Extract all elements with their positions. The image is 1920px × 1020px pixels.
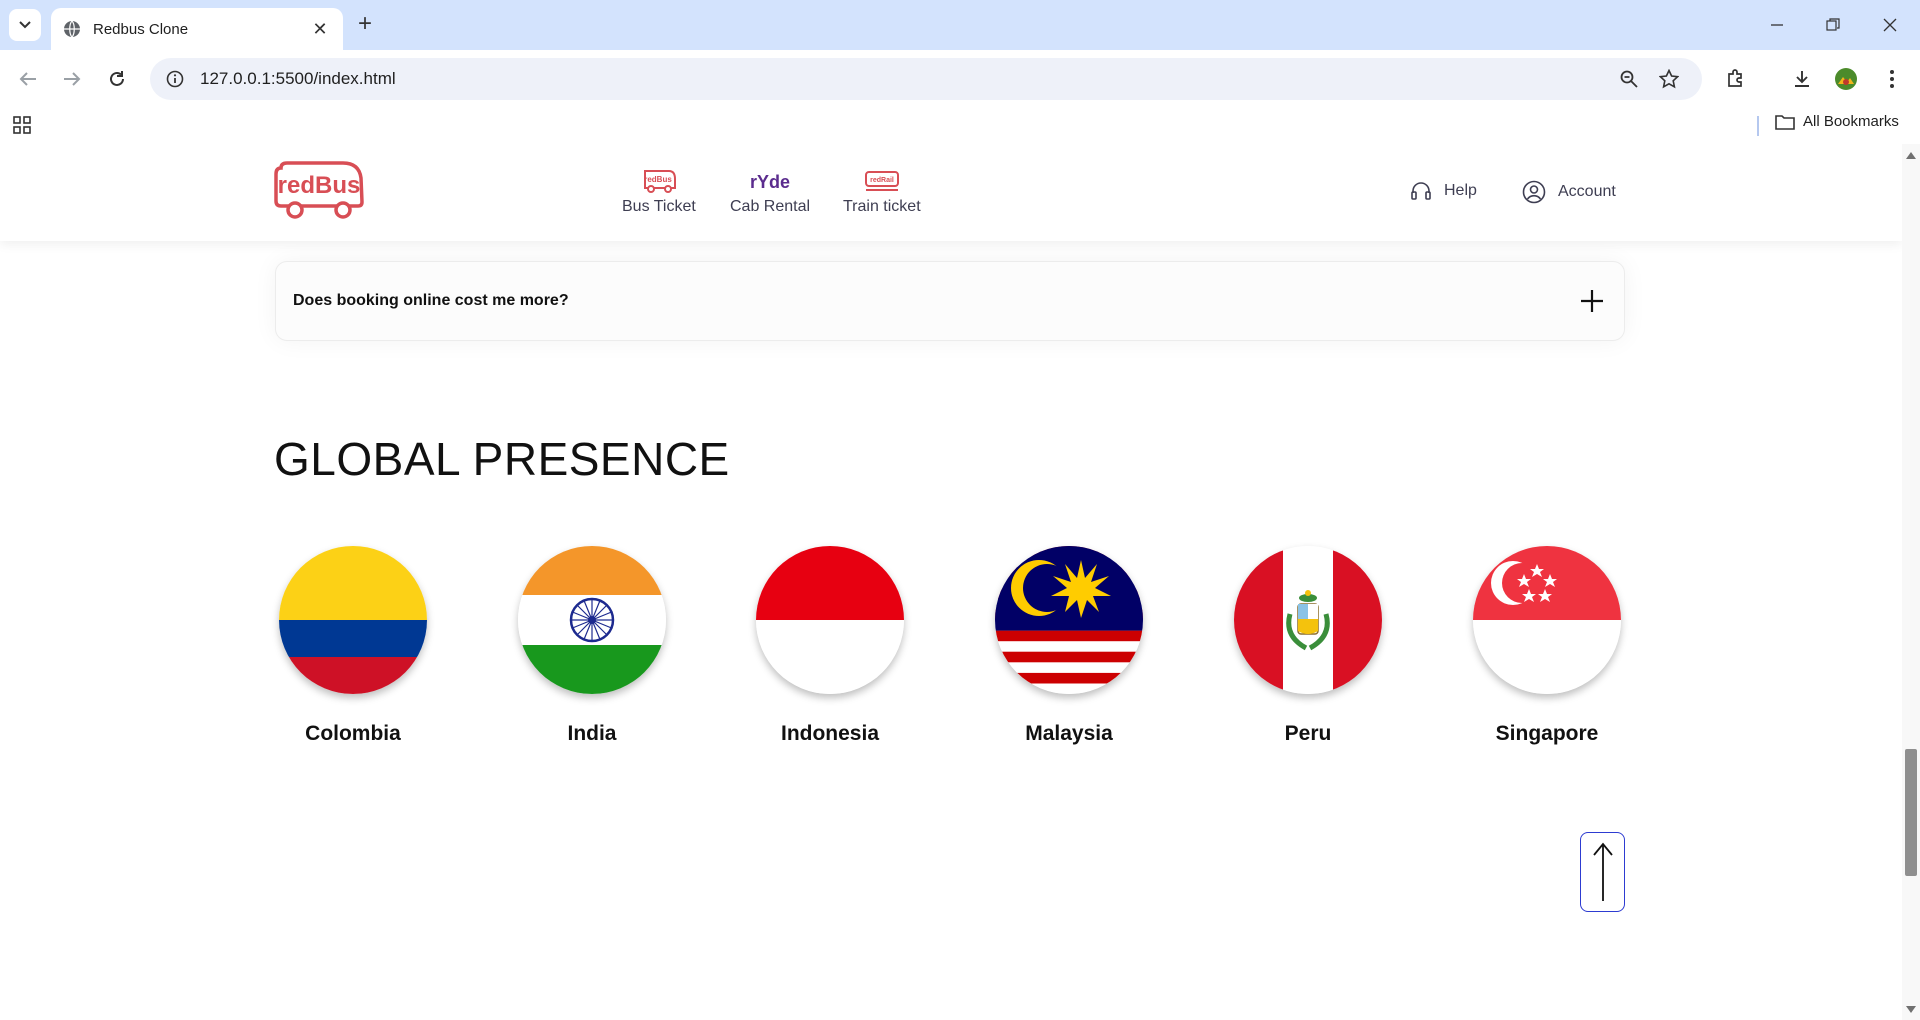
new-tab-button[interactable]: + [352,12,378,38]
account-link[interactable]: Account [1522,180,1616,204]
colombia-flag-icon [279,546,427,694]
page-viewport: redBus redBus Bus Ticket rYde Cab Rental… [0,144,1902,1020]
singapore-flag-icon [1473,546,1621,694]
nav-cab-rental[interactable]: rYde Cab Rental [730,168,810,216]
account-label: Account [1558,183,1616,200]
expand-button[interactable] [1577,286,1607,316]
restore-icon [1826,18,1840,31]
headset-icon [1411,182,1431,200]
zoom-button[interactable] [1612,62,1646,96]
country-name: Malaysia [1025,722,1113,745]
country-malaysia[interactable]: Malaysia [994,546,1144,746]
browser-tab[interactable]: Redbus Clone ✕ [51,8,343,50]
svg-text:rYde: rYde [750,172,790,192]
tab-title: Redbus Clone [93,20,189,38]
tab-close-icon[interactable]: ✕ [309,19,331,40]
faq-question: Does booking online cost me more? [293,292,569,309]
apps-button[interactable] [12,115,32,140]
nav-cab-rental-label: Cab Rental [730,198,811,215]
scroll-up-icon[interactable] [1906,152,1916,159]
back-button[interactable] [11,62,45,96]
country-name: Indonesia [780,722,880,745]
arrow-right-icon [64,72,81,86]
redbus-logo[interactable]: redBus [273,160,365,220]
bookmarks-bar [0,107,1920,144]
zoom-out-icon [1620,70,1638,88]
svg-text:redBus: redBus [644,175,672,184]
reload-button[interactable] [100,62,134,96]
puzzle-icon [1728,69,1742,87]
country-colombia[interactable]: Colombia [278,546,428,746]
arrow-up-icon [1592,842,1613,901]
country-name: Singapore [1495,722,1599,745]
nav-bus-ticket[interactable]: redBus Bus Ticket [622,168,696,216]
help-label: Help [1444,182,1477,199]
address-bar[interactable]: 127.0.0.1:5500/index.html [150,58,1702,100]
all-bookmarks-button[interactable]: All Bookmarks [1775,113,1899,130]
scrollbar[interactable] [1902,144,1920,1020]
global-presence-title: GLOBAL PRESENCE [274,433,730,485]
plus-icon [1581,290,1603,312]
nav-train-ticket-label: Train ticket [843,198,921,215]
back-to-top-button[interactable] [1580,832,1625,912]
malaysia-flag-icon [995,546,1143,694]
country-indonesia[interactable]: Indonesia [755,546,905,746]
info-icon[interactable] [166,70,184,88]
country-peru[interactable]: Peru [1233,546,1383,746]
help-link[interactable]: Help [1410,180,1477,202]
bus-ticket-icon: redBus [643,170,676,193]
bookmarks-divider [1757,116,1759,136]
download-icon [1795,71,1809,87]
star-icon [1659,69,1679,89]
nav-bus-ticket-label: Bus Ticket [622,198,696,215]
url-text[interactable]: 127.0.0.1:5500/index.html [200,69,1606,89]
globe-icon [64,20,80,38]
arrow-left-icon [19,72,36,86]
country-name: Peru [1284,722,1332,745]
scroll-down-icon[interactable] [1906,1006,1916,1013]
svg-text:redRail: redRail [870,177,894,184]
minimize-icon [1771,24,1783,26]
faq-item[interactable]: Does booking online cost me more? [275,261,1625,341]
tab-search-button[interactable] [9,9,41,41]
downloads-button[interactable] [1784,61,1820,97]
indonesia-flag-icon [756,546,904,694]
folder-icon [1775,114,1795,130]
bookmark-star-button[interactable] [1652,62,1686,96]
close-window-button[interactable] [1870,10,1910,40]
forward-button[interactable] [55,62,89,96]
country-name: India [567,722,617,745]
redbus-logo-icon: redBus [274,161,364,219]
avatar [1835,68,1857,90]
site-header: redBus redBus Bus Ticket rYde Cab Rental… [0,144,1902,241]
country-india[interactable]: India [517,546,667,746]
chevron-down-icon [19,21,31,29]
profile-button[interactable] [1828,61,1864,97]
user-circle-icon [1522,180,1546,204]
grid-icon [13,116,31,134]
extensions-button[interactable] [1718,61,1754,97]
restore-button[interactable] [1813,10,1853,40]
nav-train-ticket[interactable]: redRail Train ticket [843,168,921,216]
country-name: Colombia [305,722,401,745]
reload-icon [110,71,124,86]
india-flag-icon [518,546,666,694]
menu-button[interactable] [1874,61,1910,97]
peru-flag-icon [1234,546,1382,694]
minimize-button[interactable] [1757,10,1797,40]
kebab-menu-icon [1890,70,1894,88]
redrail-icon: redRail [864,171,899,191]
scrollbar-thumb[interactable] [1905,749,1917,876]
logo-text: redBus [278,172,361,199]
ryde-icon: rYde [750,172,790,192]
all-bookmarks-label: All Bookmarks [1803,113,1899,130]
close-icon [1883,18,1897,32]
country-singapore[interactable]: Singapore [1472,546,1622,746]
